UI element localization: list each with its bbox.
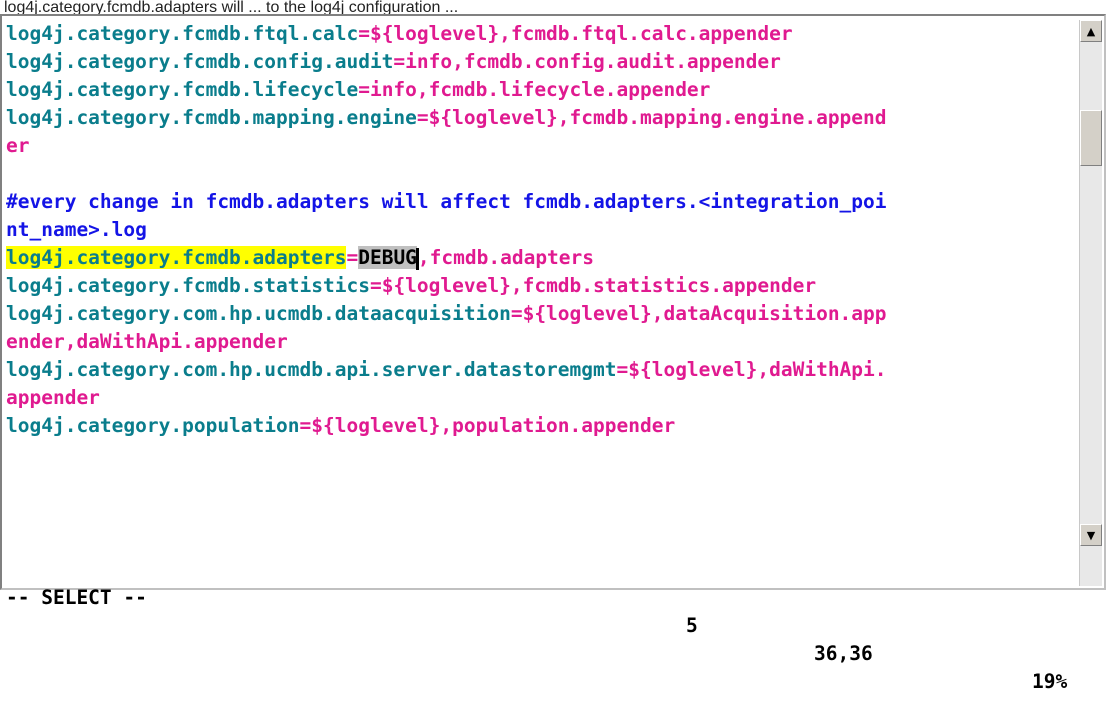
setting-value: ${loglevel},fcmdb.ftql.calc.appender [369,22,793,45]
comment-text: #every change in fcmdb.adapters will aff… [6,190,887,213]
setting-key: log4j.category.fcmdb.ftql.calc [6,22,359,45]
setting-key: log4j.category.fcmdb.mapping.engine [6,106,417,129]
status-line: -- SELECT -- 5 36,36 19% [6,556,1078,693]
editor-line[interactable]: log4j.category.fcmdb.statistics=${loglev… [6,272,816,300]
setting-key: log4j.category.com.hp.ucmdb.api.server.d… [6,358,617,381]
setting-value: er [6,134,30,157]
setting-key: log4j.category.population [6,414,300,437]
setting-key: log4j.category.fcmdb.lifecycle [6,78,359,101]
editor-line[interactable]: log4j.category.fcmdb.mapping.engine=${lo… [6,104,887,132]
cursor-position: 36,36 [814,642,873,665]
equals-sign: = [358,78,370,101]
editor-line[interactable]: log4j.category.com.hp.ucmdb.api.server.d… [6,356,887,384]
setting-value: ender,daWithApi.appender [6,330,288,353]
visual-selection: DEBUG [358,246,417,269]
editor-line[interactable]: #every change in fcmdb.adapters will aff… [6,188,887,216]
editor-line[interactable]: log4j.category.fcmdb.adapters=DEBUG,fcmd… [6,244,594,272]
setting-value: info,fcmdb.config.audit.appender [405,50,781,73]
editor-text-area[interactable]: log4j.category.fcmdb.ftql.calc=${logleve… [6,20,1078,586]
scroll-percent: 19% [1032,670,1068,693]
selection-count: 5 [686,614,698,637]
setting-value: ${loglevel},daWithApi. [628,358,887,381]
setting-value: ${loglevel},dataAcquisition.app [522,302,887,325]
editor-line[interactable]: ender,daWithApi.appender [6,328,288,356]
equals-sign: = [416,106,429,129]
equals-sign: = [616,358,629,381]
arrow-down-icon[interactable]: ▼ [1080,524,1102,546]
mode-indicator: -- SELECT -- [6,586,147,609]
editor-line[interactable]: log4j.category.fcmdb.ftql.calc=${logleve… [6,20,793,48]
setting-key: log4j.category.fcmdb.statistics [6,274,370,297]
setting-value: appender [6,386,100,409]
vertical-scrollbar[interactable]: ▲ ▼ [1079,20,1102,586]
editor-line[interactable]: log4j.category.fcmdb.lifecycle=info,fcmd… [6,76,710,104]
editor-line[interactable]: er [6,132,29,160]
highlighted-search-match: log4j.category.fcmdb.adapters [6,246,347,269]
setting-value: ${loglevel},fcmdb.statistics.appender [381,274,817,297]
setting-value: ${loglevel},population.appender [311,414,676,437]
editor-line[interactable]: log4j.category.com.hp.ucmdb.dataacquisit… [6,300,887,328]
equals-sign: = [369,274,382,297]
setting-key: log4j.category.fcmdb.config.audit [6,50,394,73]
editor-line[interactable]: log4j.category.population=${loglevel},po… [6,412,675,440]
equals-sign: = [393,50,406,73]
equals-sign: = [358,22,370,45]
vim-window: log4j.category.fcmdb.ftql.calc=${logleve… [0,14,1106,693]
equals-sign: = [510,302,523,325]
scrollbar-thumb[interactable] [1080,110,1102,166]
setting-value: ${loglevel},fcmdb.mapping.engine.append [428,106,887,129]
setting-value: info,fcmdb.lifecycle.appender [369,78,711,101]
editor-line[interactable]: appender [6,384,100,412]
equals-sign: = [299,414,312,437]
editor-line[interactable]: log4j.category.fcmdb.config.audit=info,f… [6,48,781,76]
setting-key: log4j.category.com.hp.ucmdb.dataacquisit… [6,302,511,325]
comment-text: nt_name>.log [6,218,147,241]
setting-value: ,fcmdb.adapters [417,246,595,269]
equals-sign: = [346,246,359,269]
arrow-up-icon[interactable]: ▲ [1080,20,1102,42]
editor-line[interactable]: nt_name>.log [6,216,147,244]
